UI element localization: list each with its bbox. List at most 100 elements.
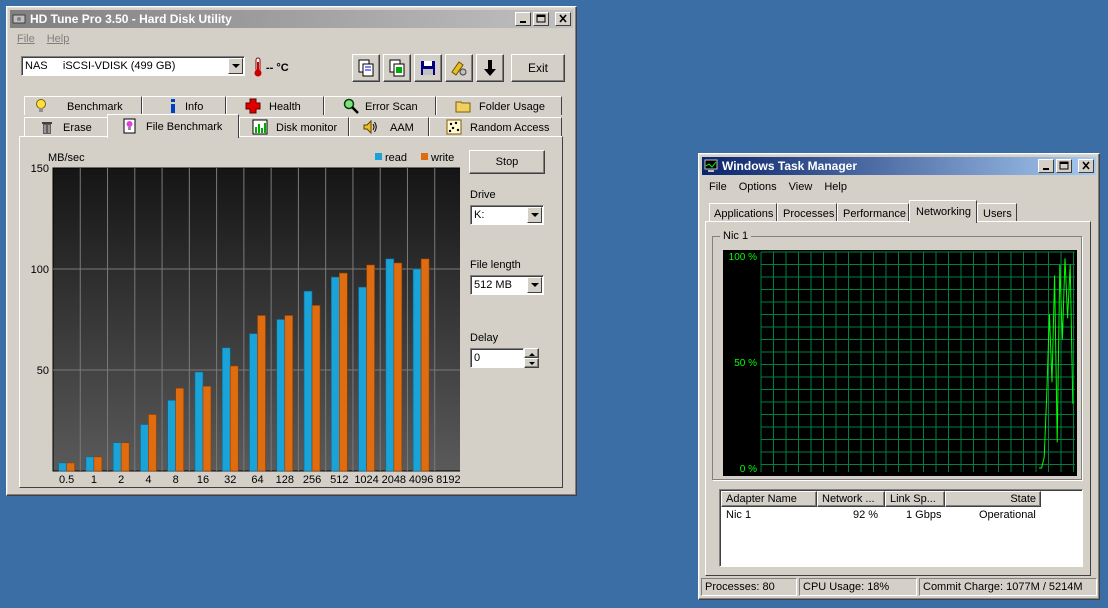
close-button[interactable] [555, 12, 571, 26]
menu-help[interactable]: Help [818, 178, 853, 196]
bar-write-0.5 [66, 462, 75, 472]
bar-read-4096 [412, 268, 422, 472]
menu-help[interactable]: Help [41, 30, 76, 48]
arrow-up-icon [528, 353, 535, 356]
drive-dropdown[interactable]: K: [470, 205, 544, 225]
copy-info-button[interactable] [352, 54, 380, 82]
bar-write-128 [284, 315, 294, 472]
column-link-speed[interactable]: Link Sp... [885, 491, 945, 507]
file-benchmark-panel: MB/sec read write 50 100 150 0.5 1 2 4 8 16 32 64 1… [19, 136, 563, 488]
tab-users[interactable]: Users [977, 203, 1017, 222]
row-adapter-name: Nic 1 [726, 509, 752, 521]
networking-panel: Nic 1 100 % 50 % 0 % Adapter Name Networ… [705, 221, 1091, 576]
tab-performance[interactable]: Performance [837, 203, 909, 222]
minimize-button[interactable] [515, 12, 531, 26]
y-tick-label: 50 [37, 365, 49, 377]
network-graph: 100 % 50 % 0 % [723, 250, 1077, 476]
minimize-icon [520, 21, 526, 23]
legend-label-read: read [385, 152, 407, 164]
menu-options[interactable]: Options [733, 178, 783, 196]
hdtune-titlebar[interactable]: HD Tune Pro 3.50 - Hard Disk Utility [10, 10, 573, 28]
taskmgr-window: Windows Task Manager File Options View H… [698, 153, 1100, 600]
drive-select-value: NAS iSCSI-VDISK (499 GB) [25, 60, 176, 72]
desktop: { "hdtune": { "title": "HD Tune Pro 3.50… [0, 0, 1108, 608]
tab-error-scan[interactable]: Error Scan [324, 96, 436, 115]
close-icon [1082, 161, 1090, 170]
x-tick-label: 1 [91, 474, 97, 486]
tab-aam[interactable]: AAM [349, 117, 429, 136]
maximize-button[interactable] [533, 12, 549, 26]
status-commit-charge: Commit Charge: 1077M / 5214M [919, 578, 1097, 596]
temperature-readout: -- °C [266, 62, 289, 74]
bar-write-2048 [393, 262, 403, 472]
delay-decrement-button[interactable] [524, 358, 539, 368]
minimize-button[interactable] [1038, 159, 1054, 173]
bar-read-8 [167, 399, 176, 472]
bar-read-16 [194, 371, 204, 472]
stop-button[interactable]: Stop [469, 150, 545, 174]
arrow-down-small-icon [528, 362, 535, 365]
graph-label-0: 0 % [740, 464, 757, 475]
tab-disk-monitor[interactable]: Disk monitor [239, 117, 349, 136]
bar-read-512 [330, 276, 340, 472]
benchmark-chart: MB/sec read write 50 100 150 0.5 1 2 4 8 16 32 64 1… [31, 152, 460, 486]
file-length-value: 512 MB [474, 279, 512, 291]
column-adapter-name[interactable]: Adapter Name [721, 491, 817, 507]
menu-view[interactable]: View [783, 178, 819, 196]
exit-button[interactable]: Exit [511, 54, 565, 82]
tab-processes[interactable]: Processes [777, 203, 837, 222]
tab-erase[interactable]: Erase [24, 117, 108, 136]
taskmgr-titlebar[interactable]: Windows Task Manager [702, 157, 1096, 175]
menu-file[interactable]: File [703, 178, 733, 196]
file-length-dropdown[interactable]: 512 MB [470, 275, 544, 295]
tab-health[interactable]: Health [226, 96, 324, 115]
adapter-list-header: Adapter Name Network ... Link Sp... Stat… [721, 491, 1081, 507]
tab-folder-usage[interactable]: Folder Usage [436, 96, 562, 115]
random-access-icon [446, 119, 462, 135]
drive-label: Drive [470, 189, 496, 201]
chevron-down-icon[interactable] [228, 58, 243, 74]
info-icon [171, 99, 175, 113]
delay-increment-button[interactable] [524, 348, 539, 358]
x-tick-label: 0.5 [59, 474, 74, 486]
tab-benchmark[interactable]: Benchmark [24, 96, 142, 115]
tab-networking[interactable]: Networking [909, 200, 977, 223]
tab-applications[interactable]: Applications [709, 203, 777, 222]
x-tick-label: 64 [251, 474, 263, 486]
x-tick-label: 512 [330, 474, 348, 486]
x-tick-label: 32 [224, 474, 236, 486]
adapter-list[interactable]: Adapter Name Network ... Link Sp... Stat… [719, 489, 1083, 567]
column-state[interactable]: State [945, 491, 1041, 507]
table-row[interactable]: Nic 1 92 % 1 Gbps Operational [721, 508, 1081, 524]
x-tick-label: 2 [118, 474, 124, 486]
drive-select[interactable]: NAS iSCSI-VDISK (499 GB) [21, 56, 245, 76]
bar-read-2048 [385, 258, 395, 472]
row-link-speed: 1 Gbps [906, 509, 942, 521]
close-icon [559, 14, 567, 23]
copy-screenshot-button[interactable] [383, 54, 411, 82]
chevron-down-icon[interactable] [527, 277, 542, 293]
y-tick-label: 150 [31, 163, 49, 175]
row-utilization: 92 % [853, 509, 879, 521]
maximize-icon [536, 14, 546, 23]
hdtune-title: HD Tune Pro 3.50 - Hard Disk Utility [30, 12, 232, 26]
maximize-button[interactable] [1056, 159, 1072, 173]
tab-file-benchmark[interactable]: File Benchmark [107, 114, 239, 138]
options-button[interactable] [445, 54, 473, 82]
save-button[interactable] [414, 54, 442, 82]
chart-icon [252, 119, 268, 135]
tab-info[interactable]: Info [142, 96, 226, 115]
hdtune-app-icon [12, 14, 26, 24]
chevron-down-icon[interactable] [527, 207, 542, 223]
taskmgr-app-icon [704, 159, 718, 172]
bar-write-512 [338, 272, 348, 472]
menu-file[interactable]: File [11, 30, 41, 48]
close-button[interactable] [1078, 159, 1094, 173]
minimize-icon [1043, 168, 1049, 170]
download-button[interactable] [476, 54, 504, 82]
column-network-utilization[interactable]: Network ... [817, 491, 885, 507]
bar-read-128 [276, 319, 286, 472]
settings-icon [451, 61, 467, 76]
tab-random-access[interactable]: Random Access [429, 117, 562, 136]
delay-spinbox[interactable]: 0 [470, 348, 524, 368]
